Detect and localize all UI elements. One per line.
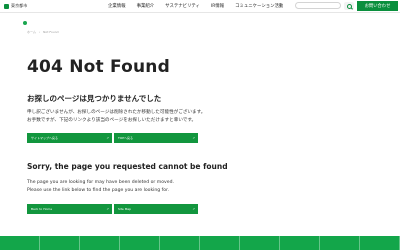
page: 東京都市 企業情報 事業紹介 サステナビリティ IR情報 コミュニケーション活動… [0, 0, 400, 250]
footer-column [160, 236, 200, 250]
en-message-line: Please use the link below to find the pa… [27, 188, 170, 193]
en-message-line: The page you are looking for may have be… [27, 180, 174, 185]
nav-item-sustainability[interactable]: サステナビリティ [165, 3, 200, 9]
logo-text: 東京都市 [11, 3, 28, 8]
jp-heading: お探しのページは見つかりませんでした [27, 94, 162, 103]
top-jp-button[interactable]: TOPへ戻る ↗ [114, 133, 198, 143]
sitemap-jp-button[interactable]: サイトマップへ戻る ↗ [27, 133, 112, 143]
en-message: The page you are looking for may have be… [27, 179, 174, 195]
site-footer [0, 236, 400, 250]
contact-button[interactable]: お問い合わせ [357, 1, 398, 11]
breadcrumb-separator: › [38, 30, 41, 34]
button-label: TOPへ戻る [118, 136, 134, 140]
logo-icon [4, 3, 9, 9]
breadcrumb: ホーム › Not Found [27, 30, 59, 34]
footer-column [200, 236, 240, 250]
nav-item-ir[interactable]: IR情報 [211, 3, 224, 9]
jp-message-line: お手数ですが、下記のリンクより該当のページをお探しいただけますと幸いです。 [27, 117, 197, 123]
arrow-icon: ↗ [192, 206, 195, 211]
nav-item-communication[interactable]: コミュニケーション活動 [235, 3, 283, 9]
search-button[interactable] [344, 2, 354, 10]
en-heading: Sorry, the page you requested cannot be … [27, 162, 228, 171]
back-home-button[interactable]: Back to Home ↗ [27, 204, 112, 214]
footer-column [360, 236, 400, 250]
breadcrumb-current: Not Found [43, 30, 59, 34]
main-nav: 企業情報 事業紹介 サステナビリティ IR情報 コミュニケーション活動 [108, 3, 283, 9]
button-label: Site Map [118, 207, 132, 211]
breadcrumb-home[interactable]: ホーム [27, 30, 36, 34]
search-icon [346, 3, 352, 9]
footer-column [40, 236, 80, 250]
logo[interactable]: 東京都市 [4, 3, 27, 9]
arrow-icon: ↗ [106, 206, 109, 211]
footer-column [120, 236, 160, 250]
button-label: Back to Home [31, 207, 53, 211]
site-map-button[interactable]: Site Map ↗ [114, 204, 198, 214]
footer-column [80, 236, 120, 250]
jp-message-line: 申し訳ございませんが、お探しのページは削除されたか移動した可能性がございます。 [27, 110, 206, 115]
search-input[interactable] [295, 2, 341, 9]
nav-item-company[interactable]: 企業情報 [108, 3, 126, 9]
arrow-icon: ↗ [106, 135, 109, 140]
footer-columns [0, 236, 400, 250]
accent-dot [23, 21, 27, 25]
nav-item-business[interactable]: 事業紹介 [137, 3, 155, 9]
page-title: 404 Not Found [27, 57, 170, 77]
footer-column [240, 236, 280, 250]
site-header: 東京都市 企業情報 事業紹介 サステナビリティ IR情報 コミュニケーション活動… [0, 0, 400, 13]
footer-column [280, 236, 320, 250]
arrow-icon: ↗ [192, 135, 195, 140]
button-label: サイトマップへ戻る [31, 136, 59, 140]
footer-column [320, 236, 360, 250]
jp-message: 申し訳ございませんが、お探しのページは削除されたか移動した可能性がございます。 … [27, 109, 205, 124]
footer-column [0, 236, 40, 250]
